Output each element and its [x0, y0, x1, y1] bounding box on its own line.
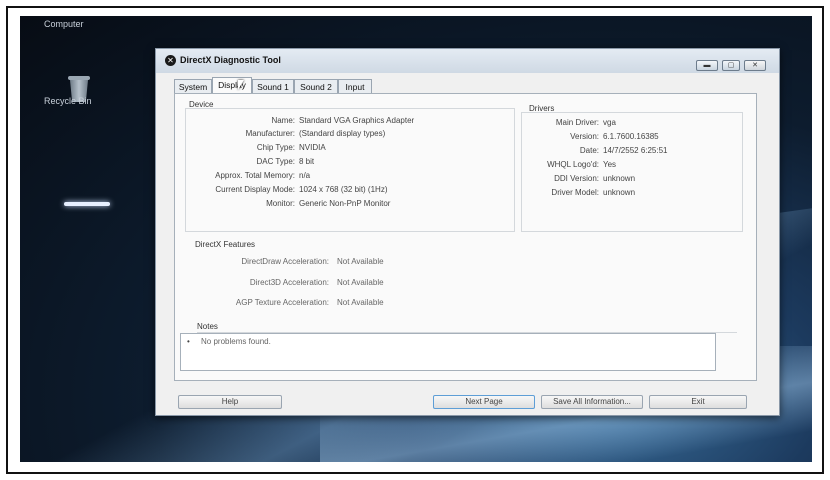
device-label: Approx. Total Memory:	[215, 171, 295, 180]
feature-label: DirectDraw Acceleration:	[241, 257, 329, 266]
drivers-group	[521, 112, 743, 232]
features-heading: DirectX Features	[195, 240, 256, 249]
driver-label: DDI Version:	[554, 174, 599, 183]
driver-value: vga	[603, 118, 616, 127]
driver-value: 6.1.7600.16385	[603, 132, 659, 141]
driver-value: 14/7/2552 6:25:51	[603, 146, 668, 155]
feature-label: AGP Texture Acceleration:	[235, 298, 329, 307]
close-button[interactable]: ✕	[744, 60, 766, 71]
notes-bullet: •	[187, 337, 190, 346]
help-button[interactable]: Help	[178, 395, 282, 409]
save-all-information-button[interactable]: Save All Information...	[541, 395, 643, 409]
notes-item: No problems found.	[201, 337, 271, 346]
device-value: (Standard display types)	[299, 129, 386, 138]
next-page-button[interactable]: Next Page	[433, 395, 535, 409]
tab-input[interactable]: Input	[338, 79, 372, 93]
tab-system[interactable]: System	[174, 79, 212, 93]
maximize-button[interactable]: ▢	[722, 60, 740, 71]
device-value: NVIDIA	[299, 143, 326, 152]
feature-value: Not Available	[337, 298, 384, 307]
device-value: 8 bit	[299, 157, 315, 166]
recycle-bin-label[interactable]: Recycle Bin	[44, 96, 92, 106]
feature-value: Not Available	[337, 257, 384, 266]
feature-value: Not Available	[337, 278, 384, 287]
notes-list[interactable]: • No problems found.	[180, 333, 716, 371]
exit-button[interactable]: Exit	[649, 395, 747, 409]
mouse-cursor-icon	[238, 80, 244, 90]
driver-value: unknown	[603, 174, 636, 183]
driver-label: Date:	[579, 146, 599, 155]
desktop-glow-bar	[64, 202, 110, 206]
tab-sound-1[interactable]: Sound 1	[252, 79, 294, 93]
device-label: Monitor:	[266, 199, 295, 208]
device-value: 1024 x 768 (32 bit) (1Hz)	[299, 185, 388, 194]
driver-label: WHQL Logo'd:	[547, 160, 599, 169]
device-value: Generic Non-PnP Monitor	[299, 199, 391, 208]
dxdiag-window: ✕ DirectX Diagnostic Tool ▬ ▢ ✕ System D…	[155, 48, 780, 416]
device-group	[185, 108, 515, 232]
driver-label: Version:	[570, 132, 599, 141]
device-value: Standard VGA Graphics Adapter	[299, 116, 415, 125]
driver-value: Yes	[603, 160, 617, 169]
driver-label: Driver Model:	[551, 188, 599, 197]
notes-heading: Notes	[197, 322, 218, 331]
driver-value: unknown	[603, 188, 636, 197]
driver-label: Main Driver:	[555, 118, 599, 127]
directx-logo-icon: ✕	[165, 55, 176, 66]
device-label: Name:	[271, 116, 295, 125]
computer-icon-label[interactable]: Computer	[44, 19, 84, 29]
tab-sound-2[interactable]: Sound 2	[294, 79, 338, 93]
device-label: Manufacturer:	[245, 129, 295, 138]
device-value: n/a	[299, 171, 311, 180]
title-bar[interactable]: ✕ DirectX Diagnostic Tool ▬ ▢ ✕	[156, 49, 779, 73]
device-label: Chip Type:	[256, 143, 295, 152]
device-label: Current Display Mode:	[215, 185, 295, 194]
device-label: DAC Type:	[256, 157, 295, 166]
window-title: DirectX Diagnostic Tool	[180, 55, 281, 65]
minimize-button[interactable]: ▬	[696, 60, 718, 71]
tab-display[interactable]: Display	[212, 77, 252, 93]
feature-label: Direct3D Acceleration:	[249, 278, 329, 287]
recycle-bin-lid	[68, 76, 90, 80]
